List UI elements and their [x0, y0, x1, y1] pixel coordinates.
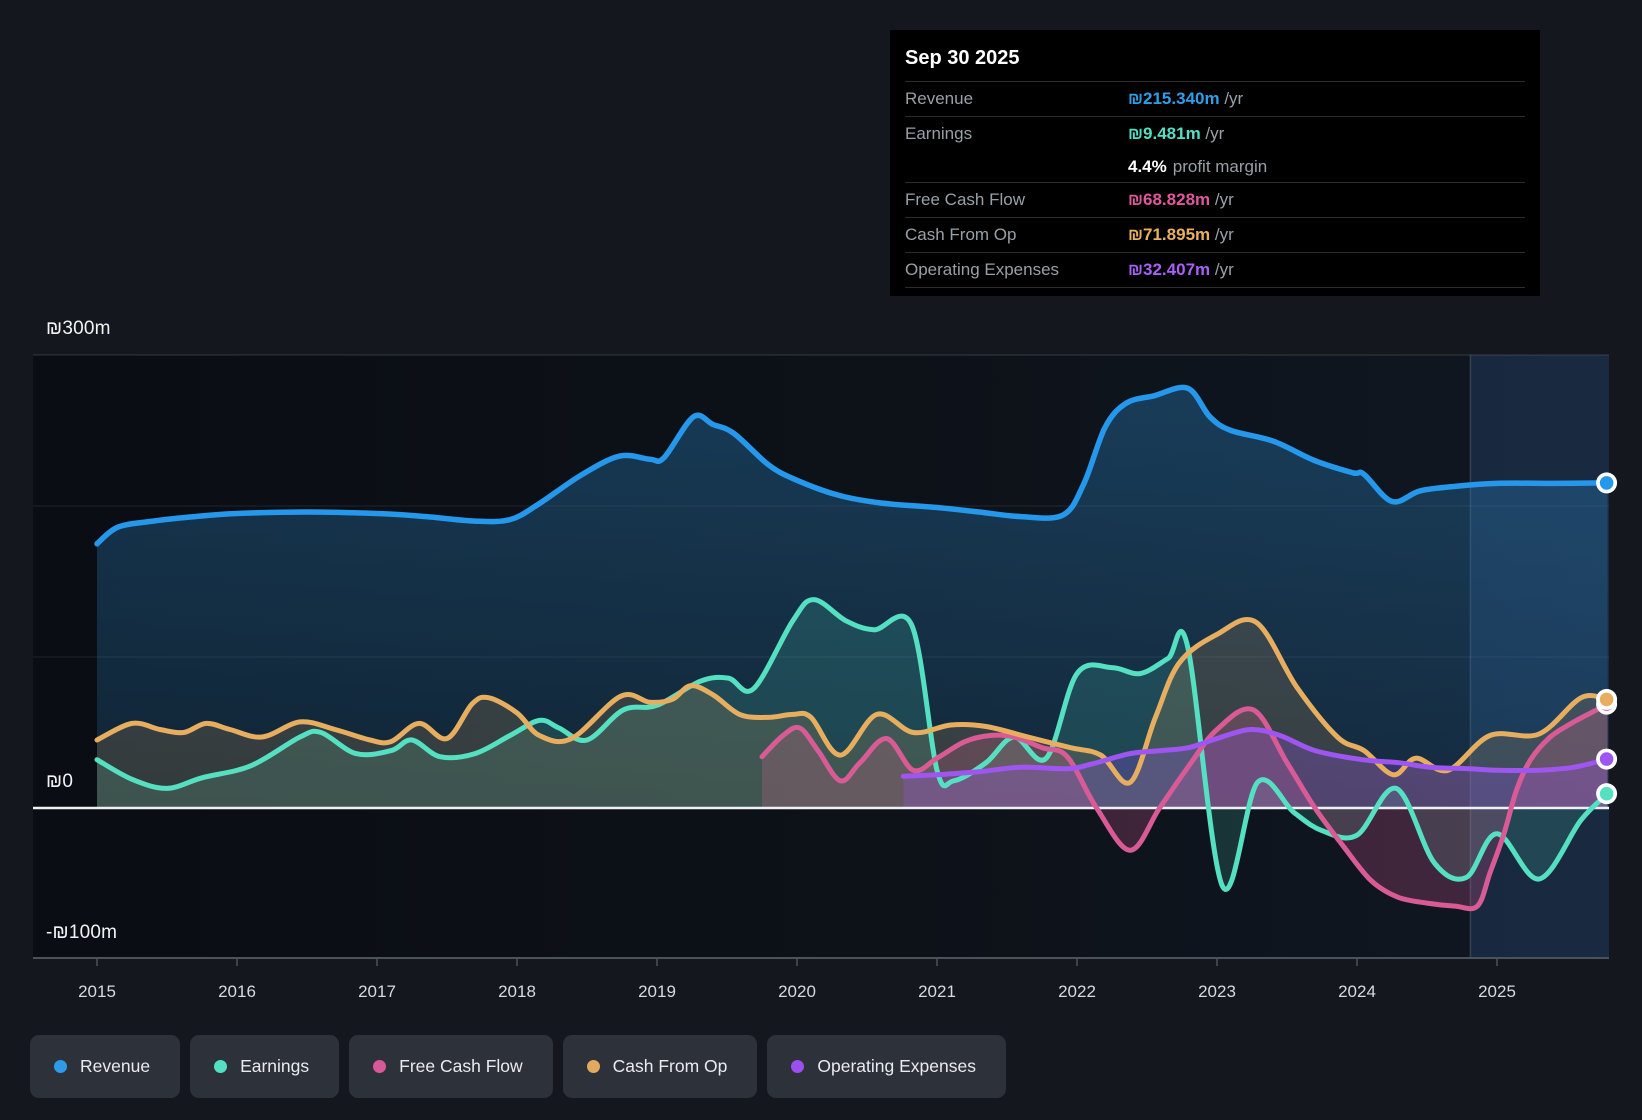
x-axis-label-2021: 2021 — [918, 982, 956, 1002]
tooltip-label: Earnings — [905, 124, 1128, 144]
x-axis-label-2018: 2018 — [498, 982, 536, 1002]
tooltip-label: Operating Expenses — [905, 260, 1128, 280]
revenue-endpoint-marker — [1596, 472, 1617, 493]
operating-expenses-dot-icon — [791, 1060, 804, 1073]
cash-from-op-dot-icon — [587, 1060, 600, 1073]
x-axis-label-2016: 2016 — [218, 982, 256, 1002]
tooltip-row-cash-from-op: Cash From Op ₪71.895m /yr — [905, 218, 1525, 253]
earnings-dot-icon — [214, 1060, 227, 1073]
legend-item-operating-expenses[interactable]: Operating Expenses — [767, 1035, 1006, 1098]
y-axis-label-300: ₪300m — [46, 318, 111, 340]
x-axis-label-2025: 2025 — [1478, 982, 1516, 1002]
tooltip-row-revenue: Revenue ₪215.340m /yr — [905, 82, 1525, 117]
tooltip-date: Sep 30 2025 — [905, 30, 1525, 82]
profit-margin-label: profit margin — [1173, 157, 1267, 176]
legend-item-earnings[interactable]: Earnings — [190, 1035, 339, 1098]
earnings-endpoint-marker — [1596, 783, 1617, 804]
legend-item-free-cash-flow[interactable]: Free Cash Flow — [349, 1035, 553, 1098]
tooltip-value: ₪32.407m /yr — [1128, 260, 1525, 280]
stock-financial-history-chart: ₪300m ₪0 -₪100m 2015 2016 2017 2018 2019 2020 202… — [0, 0, 1642, 1120]
x-axis-label-2019: 2019 — [638, 982, 676, 1002]
tooltip-label: Free Cash Flow — [905, 190, 1128, 210]
tooltip-row-free-cash-flow: Free Cash Flow ₪68.828m /yr — [905, 183, 1525, 218]
tooltip-value: ₪71.895m /yr — [1128, 225, 1525, 245]
y-axis-label-0: ₪0 — [46, 771, 73, 793]
x-axis-label-2022: 2022 — [1058, 982, 1096, 1002]
tooltip-row-operating-expenses: Operating Expenses ₪32.407m /yr — [905, 253, 1525, 288]
legend-item-revenue[interactable]: Revenue — [30, 1035, 180, 1098]
tooltip-row-profit-margin: 4.4% profit margin — [905, 151, 1525, 183]
tooltip-row-earnings: Earnings ₪9.481m /yr — [905, 117, 1525, 151]
cash-from-op-endpoint-marker — [1596, 689, 1617, 710]
x-axis-label-2020: 2020 — [778, 982, 816, 1002]
tooltip-label: Revenue — [905, 89, 1128, 109]
tooltip-value: ₪68.828m /yr — [1128, 190, 1525, 210]
operating-expenses-endpoint-marker — [1596, 749, 1617, 770]
free-cash-flow-dot-icon — [373, 1060, 386, 1073]
chart-legend: Revenue Earnings Free Cash Flow Cash Fro… — [30, 1035, 1006, 1098]
tooltip-value: ₪9.481m /yr — [1128, 124, 1525, 144]
legend-item-cash-from-op[interactable]: Cash From Op — [563, 1035, 758, 1098]
profit-margin-value: 4.4% — [1128, 157, 1167, 176]
chart-tooltip: Sep 30 2025 Revenue ₪215.340m /yr Earnin… — [890, 30, 1540, 296]
x-axis-label-2017: 2017 — [358, 982, 396, 1002]
x-axis-label-2023: 2023 — [1198, 982, 1236, 1002]
x-axis-label-2015: 2015 — [78, 982, 116, 1002]
x-axis-label-2024: 2024 — [1338, 982, 1376, 1002]
revenue-dot-icon — [54, 1060, 67, 1073]
tooltip-value: ₪215.340m /yr — [1128, 89, 1525, 109]
y-axis-label--100: -₪100m — [46, 922, 117, 944]
tooltip-label: Cash From Op — [905, 225, 1128, 245]
